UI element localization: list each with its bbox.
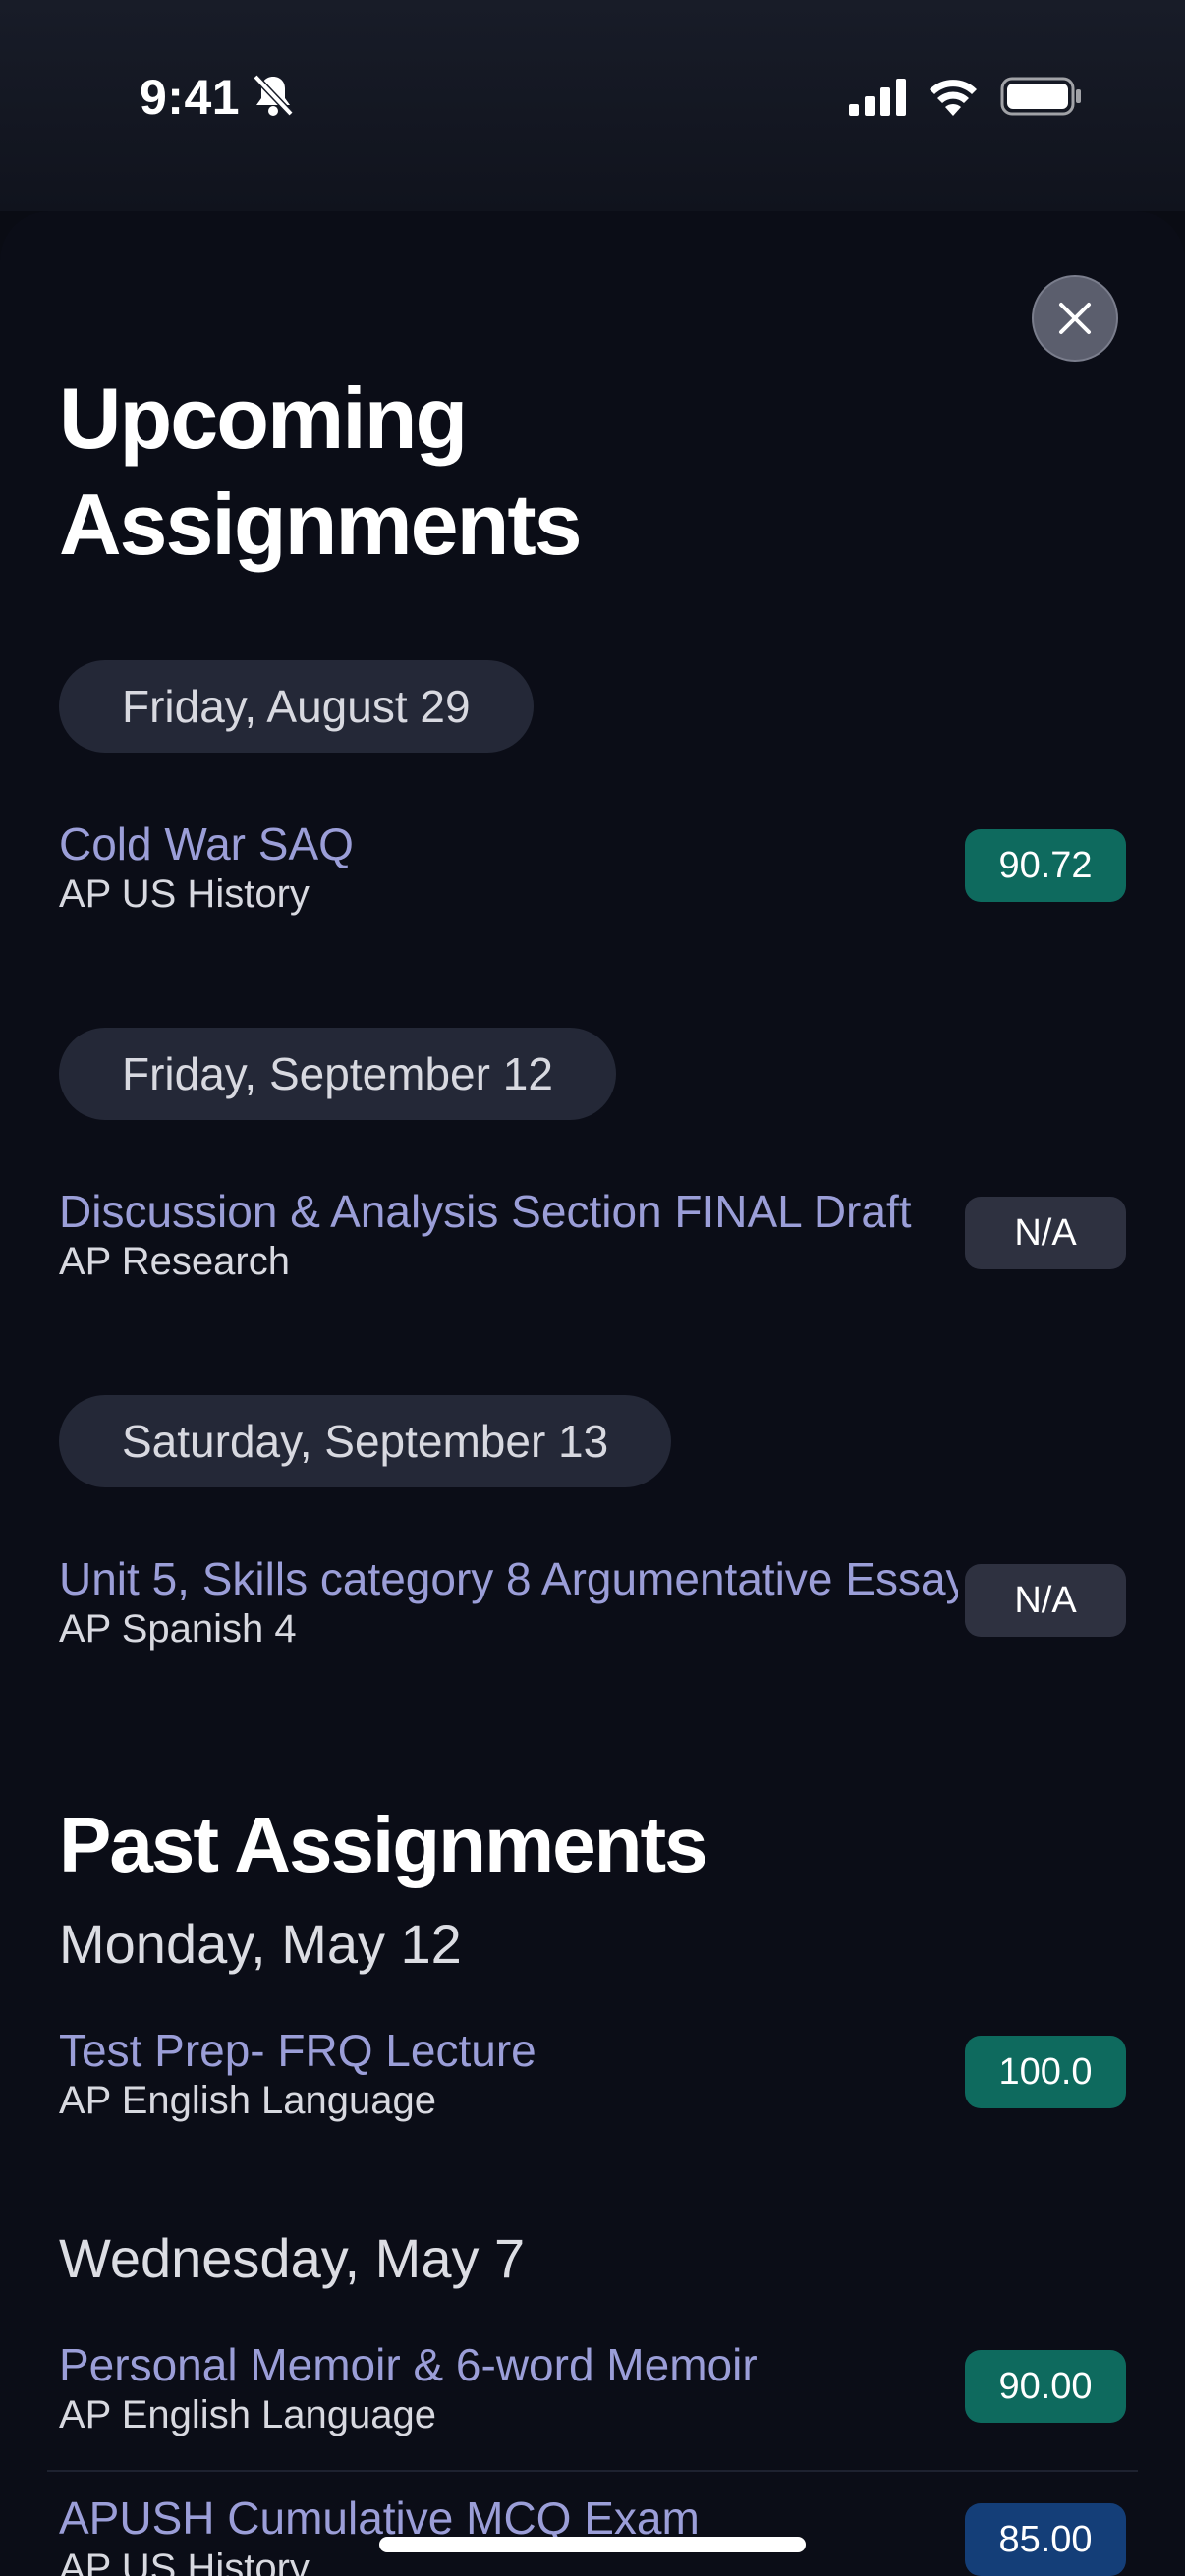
close-icon	[1059, 303, 1091, 334]
date-header: Monday, May 12	[59, 1913, 462, 1975]
assignment-row[interactable]: Test Prep- FRQ Lecture AP English Langua…	[59, 2024, 1126, 2132]
cellular-signal-icon	[849, 79, 906, 116]
grade-badge: 100.0	[965, 2036, 1126, 2108]
assignment-course: AP Research	[59, 1240, 290, 1283]
assignment-row[interactable]: Cold War SAQ AP US History 90.72	[59, 817, 1126, 925]
assignment-row[interactable]: Personal Memoir & 6-word Memoir AP Engli…	[59, 2338, 1126, 2446]
status-bar: 9:41	[0, 0, 1185, 196]
assignment-title: Discussion & Analysis Section FINAL Draf…	[59, 1186, 912, 1237]
grade-badge: 85.00	[965, 2503, 1126, 2576]
assignment-course: AP Spanish 4	[59, 1607, 297, 1651]
assignment-course: AP English Language	[59, 2079, 437, 2122]
date-header: Saturday, September 13	[59, 1395, 672, 1487]
grade-badge: N/A	[965, 1564, 1126, 1637]
assignment-course: AP US History	[59, 872, 310, 916]
home-indicator[interactable]	[379, 2537, 806, 2552]
upcoming-assignments-title: Upcoming Assignments	[59, 369, 583, 573]
grade-badge: 90.00	[965, 2350, 1126, 2423]
date-header: Wednesday, May 7	[59, 2227, 526, 2289]
grade-badge: 90.72	[965, 829, 1126, 902]
row-divider	[47, 2470, 1138, 2472]
assignment-title: Personal Memoir & 6-word Memoir	[59, 2339, 758, 2390]
date-header: Friday, August 29	[59, 660, 534, 753]
assignment-title: Unit 5, Skills category 8 Argumentative …	[59, 1553, 958, 1604]
assignment-row[interactable]: Discussion & Analysis Section FINAL Draf…	[59, 1185, 1126, 1293]
assignment-title: Cold War SAQ	[59, 818, 354, 869]
assignment-course: AP US History	[59, 2547, 310, 2576]
date-header: Friday, September 12	[59, 1028, 616, 1120]
status-time: 9:41	[140, 70, 241, 125]
assignment-title: Test Prep- FRQ Lecture	[59, 2025, 536, 2076]
close-button[interactable]	[1032, 275, 1118, 362]
assignment-row[interactable]: Unit 5, Skills category 8 Argumentative …	[59, 1552, 1126, 1660]
assignment-row[interactable]: APUSH Cumulative MCQ Exam AP US History …	[59, 2492, 1126, 2576]
silent-bell-icon	[253, 74, 294, 117]
grade-badge: N/A	[965, 1197, 1126, 1269]
wifi-icon	[930, 80, 977, 116]
assignment-course: AP English Language	[59, 2393, 437, 2436]
screen: 9:41 Upcoming Assignments Friday, August…	[0, 0, 1185, 2576]
battery-icon	[1000, 77, 1081, 116]
past-assignments-title: Past Assignments	[59, 1801, 708, 1888]
